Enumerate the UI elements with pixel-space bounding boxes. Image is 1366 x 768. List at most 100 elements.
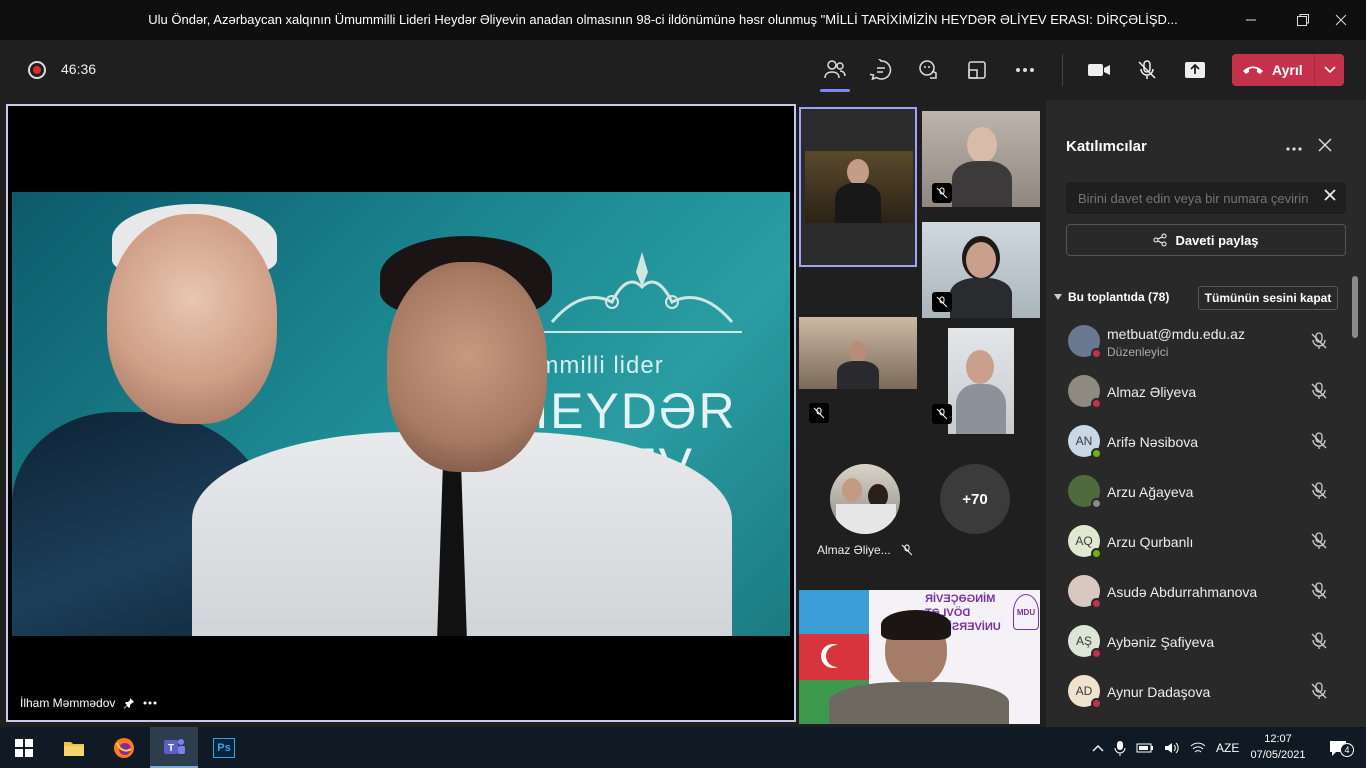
panel-scrollbar[interactable]	[1352, 276, 1358, 338]
meeting-timer: 46:36	[61, 61, 97, 77]
clock[interactable]: 12:07 07/05/2021	[1248, 731, 1308, 763]
mic-off-icon	[1310, 382, 1328, 405]
notifications-icon[interactable]: 4	[1318, 727, 1358, 768]
section-label: Bu toplantıda (78)	[1068, 290, 1170, 304]
mic-off-icon	[1310, 332, 1328, 355]
close-icon[interactable]	[1318, 0, 1364, 40]
caret-down-icon	[1054, 294, 1062, 300]
avatar-initials: AQ	[1075, 534, 1093, 548]
start-icon[interactable]	[0, 727, 48, 768]
avatar: AŞ	[1068, 625, 1102, 659]
file-explorer-icon[interactable]	[50, 727, 98, 768]
toolbar-divider	[1062, 54, 1063, 86]
speaker-face	[387, 262, 547, 472]
mic-off-icon	[1310, 532, 1328, 555]
share-screen-button[interactable]	[1178, 54, 1212, 86]
reactions-button[interactable]	[912, 54, 946, 86]
participant-tile[interactable]	[799, 107, 917, 267]
participant-tile[interactable]: Almaz Əliye...	[799, 439, 917, 564]
invite-input[interactable]	[1066, 182, 1316, 214]
participant-video	[948, 328, 1014, 434]
leave-options-dropdown[interactable]	[1314, 54, 1344, 86]
system-tray: AZE	[1092, 727, 1239, 768]
university-line1: MİNGƏÇEVİR	[925, 593, 996, 605]
mic-off-icon	[1310, 682, 1328, 705]
participant-row[interactable]: AQ Arzu Qurbanlı	[1046, 518, 1356, 568]
window-title: Ulu Öndər, Azərbaycan xalqının Ümummilli…	[148, 12, 1178, 27]
wifi-icon[interactable]	[1190, 741, 1206, 755]
participant-role: Düzenleyici	[1107, 345, 1169, 359]
participant-tile[interactable]	[922, 222, 1040, 318]
portrait-face	[107, 214, 277, 424]
chat-button[interactable]	[864, 54, 898, 86]
avatar: AD	[1068, 675, 1102, 709]
participant-row[interactable]: AD Aynur Dadaşova	[1046, 668, 1356, 718]
avatar-initials: AN	[1075, 434, 1093, 448]
mic-button[interactable]	[1130, 54, 1164, 86]
participant-row[interactable]: Asudə Abdurrahmanova	[1046, 568, 1356, 618]
participant-name: metbuat@mdu.edu.az	[1107, 326, 1245, 342]
clock-date: 07/05/2021	[1250, 749, 1306, 761]
pin-icon[interactable]	[123, 697, 135, 709]
chat-icon	[870, 59, 892, 81]
section-header[interactable]: Bu toplantıda (78)	[1054, 290, 1169, 304]
camera-icon	[1088, 64, 1110, 76]
participant-tile[interactable]	[922, 111, 1040, 207]
mute-all-button[interactable]: Tümünün sesini kapat	[1198, 286, 1338, 310]
participant-row[interactable]: AN Arifə Nəsibova	[1046, 418, 1356, 468]
ornament-graphic	[542, 252, 742, 333]
participants-button[interactable]	[818, 54, 852, 92]
overflow-count: +70	[940, 464, 1010, 534]
more-icon[interactable]	[143, 701, 157, 705]
panel-more-button[interactable]	[1286, 138, 1302, 156]
participant-row[interactable]: Almaz Əliyeva	[1046, 368, 1356, 418]
participant-name: Asudə Abdurrahmanova	[1107, 584, 1258, 600]
breakout-rooms-button[interactable]	[960, 54, 994, 86]
avatar	[830, 464, 900, 534]
presenter-video: ummilli lider HEYDƏR İYEV	[12, 192, 790, 636]
camera-button[interactable]	[1082, 54, 1116, 86]
participant-row[interactable]: Arzu Ağayeva	[1046, 468, 1356, 518]
panel-close-button[interactable]	[1318, 136, 1332, 157]
participant-list: metbuat@mdu.edu.az Düzenleyici Almaz Əli…	[1046, 318, 1356, 718]
firefox-icon[interactable]	[100, 727, 148, 768]
mic-off-icon	[932, 404, 952, 424]
overflow-participants-tile[interactable]: +70	[922, 439, 1040, 564]
share-invite-label: Daveti paylaş	[1175, 232, 1259, 248]
status-badge	[1091, 448, 1102, 459]
title-bar: Ulu Öndər, Azərbaycan xalqının Ümummilli…	[0, 0, 1366, 40]
avatar-initials: AD	[1075, 684, 1093, 698]
avatar: AQ	[1068, 525, 1102, 559]
more-icon	[1016, 68, 1034, 72]
chevron-up-icon[interactable]	[1092, 744, 1104, 752]
more-actions-button[interactable]	[1008, 54, 1042, 86]
participant-tile[interactable]: MİNGƏÇEVİR DÖVLƏT UNİVERSİTETİ MDU	[799, 590, 1040, 724]
notification-count: 4	[1340, 743, 1354, 757]
participant-row[interactable]: metbuat@mdu.edu.az Düzenleyici	[1046, 318, 1356, 368]
share-invite-button[interactable]: Daveti paylaş	[1066, 224, 1346, 256]
battery-icon[interactable]	[1136, 742, 1154, 754]
participant-name: Almaz Əliyeva	[1107, 384, 1197, 400]
participant-tile[interactable]	[922, 322, 1040, 438]
teams-icon[interactable]: T	[150, 727, 198, 768]
photoshop-icon[interactable]: Ps	[200, 727, 248, 768]
participant-row[interactable]: AŞ Aybəniz Şafiyeva	[1046, 618, 1356, 668]
recording-icon	[28, 61, 46, 79]
windows-taskbar: T Ps AZE 12:07 07/05/2021 4	[0, 727, 1366, 768]
mic-off-icon	[1310, 432, 1328, 455]
language-indicator[interactable]: AZE	[1216, 741, 1239, 755]
clear-invite-button[interactable]	[1324, 188, 1336, 206]
microphone-icon[interactable]	[1114, 740, 1126, 756]
avatar-initials: AŞ	[1075, 634, 1092, 648]
invite-field[interactable]	[1066, 182, 1346, 214]
leave-button[interactable]: Ayrıl	[1232, 54, 1344, 86]
status-badge	[1091, 648, 1102, 659]
share-tray-icon	[1185, 62, 1205, 78]
minimize-icon[interactable]	[1228, 0, 1274, 40]
volume-icon[interactable]	[1164, 741, 1180, 755]
status-badge	[1091, 348, 1102, 359]
mic-off-icon	[1310, 632, 1328, 655]
main-video-stage[interactable]: ummilli lider HEYDƏR İYEV İlham Məmmədov	[6, 104, 796, 722]
participants-panel: Katılımcılar Daveti paylaş Bu toplantıda…	[1046, 100, 1366, 727]
participant-tile[interactable]	[799, 317, 917, 433]
